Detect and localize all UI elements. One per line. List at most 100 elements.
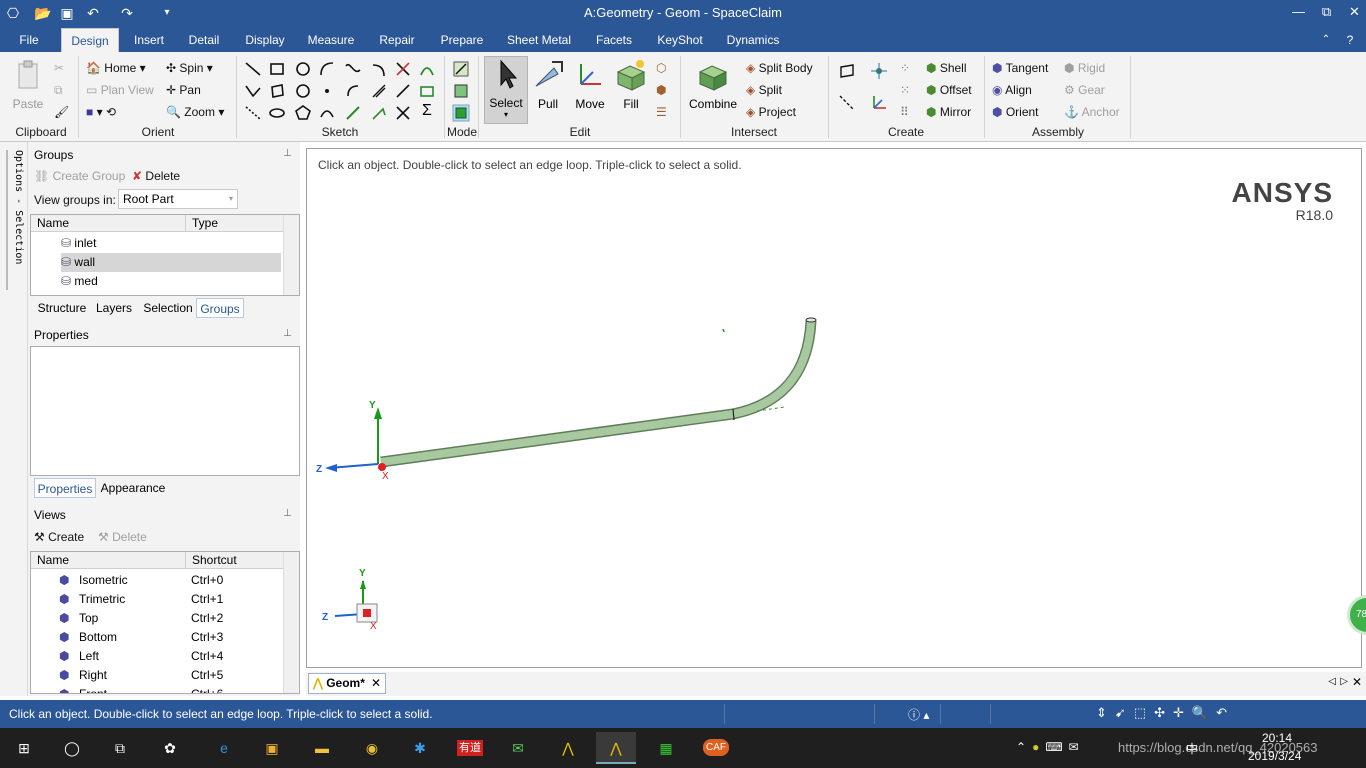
tab-facets[interactable]: Facets [590,28,638,52]
split-line-icon[interactable] [394,104,412,122]
copy-icon[interactable]: ⧉ [54,82,63,98]
tab-layers[interactable]: Layers [92,298,136,318]
tray-app-icon[interactable]: ● [1032,740,1045,754]
pin-icon[interactable]: ⊥ [283,508,292,519]
document-tab[interactable]: ⋀ Geom* ✕ [308,673,386,694]
youdao-icon[interactable]: 有道 [450,732,490,764]
grid-pattern-icon[interactable]: ⠿ [900,104,909,120]
tab-sheet-metal[interactable]: Sheet Metal [504,28,574,52]
create-layout-icon[interactable] [418,82,436,100]
tab-repair[interactable]: Repair [372,28,422,52]
tab-insert[interactable]: Insert [126,28,172,52]
three-point-circle-icon[interactable] [294,82,312,100]
extend-icon[interactable] [394,82,412,100]
plan-view-button[interactable]: ▭ Plan View [86,82,154,98]
three-point-rect-icon[interactable] [268,82,286,100]
align-button[interactable]: ◉ Align [992,82,1032,98]
chamfer-icon[interactable]: ⬢ [656,82,666,98]
col-name[interactable]: Name [37,215,69,232]
spin-status-icon[interactable]: ✣ [1154,705,1173,720]
app-icon-3[interactable]: ▦ [646,732,686,764]
table-row[interactable]: ⬢ Top Ctrl+2 [31,609,283,628]
tab-keyshot[interactable]: KeyShot [652,28,708,52]
spline-icon[interactable] [344,60,362,78]
spaceclaim-icon[interactable]: ⋀ [596,732,636,764]
delete-view-button[interactable]: ⚒ Delete [98,529,147,545]
3d-mode-icon[interactable] [452,104,470,122]
shell-button[interactable]: ⬢ Shell [926,60,967,76]
line-icon[interactable] [244,60,262,78]
tangent-button[interactable]: ⬢ Tangent [992,60,1048,76]
project-icon[interactable] [370,104,388,122]
table-row[interactable]: ⬢ Trimetric Ctrl+1 [31,590,283,609]
keyboard-icon[interactable]: ⌨ [1045,740,1068,754]
polyline-icon[interactable] [244,82,262,100]
graphics-viewport[interactable]: Click an object. Double-click to select … [306,148,1366,668]
list-item[interactable]: ⛁ inlet [61,234,281,253]
origin-icon[interactable] [870,62,888,80]
ansys-workbench-icon[interactable]: ⋀ [548,732,588,764]
explorer-icon[interactable]: ▬ [302,732,342,764]
tab-display[interactable]: Display [240,28,290,52]
format-painter-icon[interactable]: 🖌 [54,104,69,120]
tab-design[interactable]: Design [61,28,119,52]
mirror-button[interactable]: ⬢ Mirror [926,104,971,120]
rectangle-icon[interactable] [268,60,286,78]
trim-icon[interactable] [394,60,412,78]
box-select-icon[interactable]: ⬚ [1134,705,1154,720]
chrome-icon[interactable]: ◉ [352,732,392,764]
list-item[interactable]: ⛁ med [61,272,281,291]
model-canvas[interactable]: Y Z X Y Z X [307,149,1361,667]
close-button[interactable]: ✕ [1338,0,1366,24]
tab-properties[interactable]: Properties [34,478,96,498]
tab-appearance[interactable]: Appearance [100,478,166,498]
close-tab-icon[interactable]: ✕ [371,674,381,693]
search-icon[interactable]: ◯ [52,732,92,764]
collapse-ribbon-icon[interactable]: ⌃ [1316,28,1336,52]
plane-icon[interactable] [838,62,856,80]
app-icon-1[interactable]: ✿ [150,732,190,764]
col-shortcut[interactable]: Shortcut [185,552,237,569]
face-curve-icon[interactable] [344,104,362,122]
gear-button[interactable]: ⚙ Gear [1064,82,1105,98]
tab-dynamics[interactable]: Dynamics [722,28,784,52]
zoom-button[interactable]: 🔍 Zoom ▾ [166,104,224,120]
options-selection-strip[interactable]: Options - Selection [0,142,28,696]
tab-prepare[interactable]: Prepare [436,28,488,52]
tab-nav-left-icon[interactable]: ◁ [1328,676,1336,687]
zoom-status-icon[interactable]: 🔍 [1192,705,1216,720]
pull-button[interactable]: Pull [532,58,564,111]
layers-edit-icon[interactable]: ☰ [656,104,667,120]
split-button[interactable]: ◈ Split [746,82,782,98]
wechat-tray-icon[interactable]: ✉ [1069,740,1085,754]
blend-icon[interactable]: ⬡ [656,60,666,76]
point-icon[interactable] [318,82,336,100]
col-name[interactable]: Name [37,552,69,569]
wechat-icon[interactable]: ✉ [498,732,538,764]
properties-grid[interactable] [30,346,300,476]
tab-file[interactable]: File [10,28,48,52]
home-button[interactable]: 🏠 Home ▾ [86,60,146,76]
store-icon[interactable]: ▣ [252,732,292,764]
split-body-button[interactable]: ◈ Split Body [746,60,813,76]
select-button[interactable]: Select ▾ [484,56,528,124]
spin-button[interactable]: ✣ Spin ▾ [166,60,213,76]
table-row[interactable]: ⬢ Isometric Ctrl+0 [31,571,283,590]
col-type[interactable]: Type [185,215,218,232]
app-icon-2[interactable]: ✱ [400,732,440,764]
paste-button[interactable]: Paste [8,58,48,111]
help-icon[interactable]: ? [1340,28,1360,52]
view-cube-button[interactable]: ■ ▾ ⟲ [86,104,116,120]
pan-button[interactable]: ✛ Pan [166,82,201,98]
cut-icon[interactable]: ✂ [54,60,64,76]
point-pattern-icon[interactable]: ⁘ [900,60,910,76]
start-icon[interactable]: ⊞ [4,732,44,764]
cursor-icon[interactable]: ➹ [1115,705,1134,720]
pin-icon[interactable]: ⊥ [283,148,292,159]
arc-icon[interactable] [318,60,336,78]
tab-detail[interactable]: Detail [182,28,226,52]
fill-button[interactable]: Fill [614,58,648,111]
project-button[interactable]: ◈ Project [746,104,796,120]
create-view-button[interactable]: ⚒ Create [34,529,84,545]
combine-button[interactable]: Combine [688,58,738,111]
